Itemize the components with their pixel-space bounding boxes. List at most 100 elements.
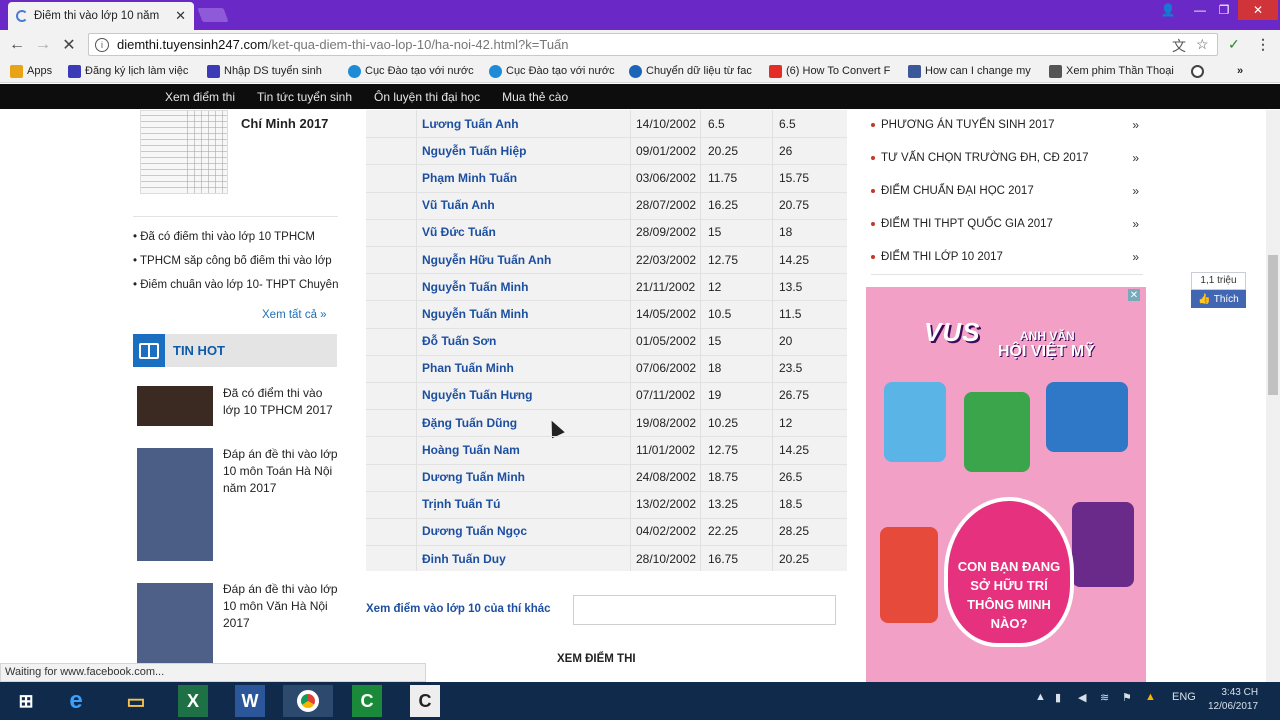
candidate-name[interactable]: Nguyễn Tuấn Minh bbox=[422, 307, 528, 321]
extension-icon[interactable]: ✓ bbox=[1228, 36, 1240, 53]
facebook-like-button[interactable]: 👍 Thích bbox=[1191, 290, 1246, 308]
bookmark-item[interactable]: Xem phim Thần Thoại bbox=[1049, 64, 1187, 78]
right-link[interactable]: ĐIỂM CHUẨN ĐẠI HỌC 2017 » bbox=[871, 174, 1143, 207]
bookmark-apps[interactable]: Apps bbox=[10, 64, 68, 78]
account-icon bbox=[1191, 64, 1204, 78]
browser-tab[interactable]: Điểm thi vào lớp 10 năm ✕ bbox=[8, 2, 194, 30]
nav-on-luyen[interactable]: Ôn luyện thi đại học bbox=[374, 90, 480, 104]
candidate-name[interactable]: Trịnh Tuấn Tú bbox=[422, 497, 500, 511]
bookmark-item[interactable]: Cục Đào tạo với nước bbox=[489, 64, 629, 78]
nav-mua-the-cao[interactable]: Mua thẻ cào bbox=[502, 90, 568, 104]
view-score-button[interactable]: XEM ĐIỂM THI bbox=[557, 653, 636, 665]
word-icon[interactable]: W bbox=[235, 685, 265, 717]
new-tab-button[interactable] bbox=[197, 8, 229, 22]
article-title[interactable]: Chí Minh 2017 bbox=[241, 116, 328, 131]
right-link[interactable]: PHƯƠNG ÁN TUYỂN SINH 2017 » bbox=[871, 108, 1143, 141]
bullet-icon bbox=[871, 254, 875, 259]
chrome-icon[interactable] bbox=[283, 685, 333, 717]
info-icon[interactable]: i bbox=[95, 37, 109, 52]
candidate-name[interactable]: Đinh Tuấn Duy bbox=[422, 552, 506, 566]
candidate-name[interactable]: Lương Tuấn Anh bbox=[422, 117, 519, 131]
news-thumbnail[interactable] bbox=[137, 583, 213, 663]
article-thumbnail[interactable] bbox=[140, 110, 228, 194]
forward-button[interactable]: → bbox=[32, 35, 54, 55]
candidate-name[interactable]: Vũ Đức Tuấn bbox=[422, 225, 496, 239]
user-icon[interactable]: 👤 bbox=[1156, 0, 1180, 20]
row-divider bbox=[366, 300, 847, 302]
ad-brand-logo: VUS bbox=[924, 317, 981, 347]
advertisement-banner[interactable]: ✕ VUS ANH VĂN HỘI VIỆT MỸ CON BẠN ĐANG SỞ… bbox=[866, 287, 1146, 682]
divider bbox=[871, 274, 1143, 275]
news-link[interactable]: Đã có điểm thi vào lớp 10 TPHCM 2017 bbox=[223, 385, 341, 419]
excel-icon[interactable]: X bbox=[178, 685, 208, 717]
candidate-name[interactable]: Đỗ Tuấn Sơn bbox=[422, 334, 496, 348]
tray-network-icon[interactable]: ▮ bbox=[1055, 691, 1061, 704]
candidate-name[interactable]: Phan Tuấn Minh bbox=[422, 361, 514, 375]
camtasia-icon[interactable]: C bbox=[352, 685, 382, 717]
tray-wifi-icon[interactable]: ≋ bbox=[1100, 691, 1109, 704]
nav-tin-tuc[interactable]: Tin tức tuyển sinh bbox=[257, 90, 352, 104]
language-indicator[interactable]: ENG bbox=[1172, 691, 1196, 703]
score-1: 20.25 bbox=[708, 143, 739, 158]
bookmark-item[interactable]: Cục Đào tạo với nước bbox=[348, 64, 489, 78]
candidate-search-input[interactable] bbox=[573, 595, 836, 625]
stop-reload-button[interactable]: ✕ bbox=[58, 35, 80, 55]
address-bar[interactable]: i diemthi.tuyensinh247.com/ket-qua-diem-… bbox=[88, 33, 1218, 56]
translate-icon[interactable]: 文 bbox=[1172, 36, 1186, 56]
candidate-name[interactable]: Vũ Tuấn Anh bbox=[422, 198, 495, 212]
candidate-name[interactable]: Dương Tuấn Minh bbox=[422, 470, 525, 484]
tray-flag-icon[interactable]: ⚑ bbox=[1122, 691, 1132, 704]
table-row: Phạm Minh Tuấn 03/06/2002 11.75 15.75 bbox=[366, 164, 847, 191]
candidate-name[interactable]: Nguyễn Hữu Tuấn Anh bbox=[422, 253, 551, 267]
related-link[interactable]: • Đã có điểm thi vào lớp 10 TPHCM bbox=[133, 231, 343, 255]
related-link[interactable]: • Điểm chuẩn vào lớp 10- THPT Chuyên bbox=[133, 279, 343, 303]
windows-start-icon[interactable]: ⊞ bbox=[4, 685, 48, 717]
bookmark-item[interactable]: Chuyển dữ liệu từ fac bbox=[629, 64, 769, 78]
bookmarks-more-button[interactable]: » bbox=[1237, 65, 1267, 77]
see-all-link[interactable]: Xem tất cả » bbox=[262, 309, 327, 321]
minimize-button[interactable]: — bbox=[1188, 0, 1212, 20]
hot-news-header: TIN HOT bbox=[133, 334, 337, 367]
internet-explorer-icon[interactable]: e bbox=[54, 685, 98, 717]
nav-xem-diem-thi[interactable]: Xem điểm thi bbox=[165, 90, 235, 104]
candidate-name[interactable]: Phạm Minh Tuấn bbox=[422, 171, 517, 185]
system-clock[interactable]: 3:43 CH 12/06/2017 bbox=[1208, 686, 1258, 714]
row-divider bbox=[366, 218, 847, 220]
page-scrollbar[interactable] bbox=[1266, 110, 1280, 682]
ad-close-icon[interactable]: ✕ bbox=[1128, 289, 1140, 301]
tray-volume-icon[interactable]: ◀ bbox=[1078, 691, 1086, 704]
row-divider bbox=[366, 518, 847, 519]
scrollbar-thumb[interactable] bbox=[1268, 255, 1278, 395]
candidate-name[interactable]: Dương Tuấn Ngọc bbox=[422, 524, 527, 538]
news-link[interactable]: Đáp án đề thi vào lớp 10 môn Văn Hà Nội … bbox=[223, 581, 341, 632]
bookmark-item[interactable]: How can I change my bbox=[908, 64, 1049, 78]
right-link[interactable]: ĐIỂM THI LỚP 10 2017 » bbox=[871, 240, 1143, 273]
candidate-name[interactable]: Đặng Tuấn Dũng bbox=[422, 416, 517, 430]
right-link[interactable]: TƯ VẤN CHỌN TRƯỜNG ĐH, CĐ 2017 » bbox=[871, 141, 1143, 174]
back-button[interactable]: ← bbox=[6, 35, 28, 55]
browser-menu-icon[interactable]: ⋮ bbox=[1256, 36, 1270, 53]
bookmark-item[interactable]: Đăng ký lịch làm việc bbox=[68, 64, 207, 78]
tray-app-icon[interactable]: ▲ bbox=[1145, 691, 1156, 703]
candidate-name[interactable]: Nguyễn Tuấn Minh bbox=[422, 280, 528, 294]
tray-chevron-icon[interactable]: ▲ bbox=[1035, 691, 1046, 703]
candidate-name[interactable]: Hoàng Tuấn Nam bbox=[422, 443, 520, 457]
close-window-button[interactable]: ✕ bbox=[1238, 0, 1278, 20]
candidate-name[interactable]: Nguyễn Tuấn Hiệp bbox=[422, 144, 526, 158]
bookmark-favicon-icon[interactable] bbox=[1191, 64, 1211, 78]
news-thumbnail[interactable] bbox=[137, 386, 213, 426]
file-explorer-icon[interactable]: ▭ bbox=[114, 685, 158, 717]
bookmark-item[interactable]: Nhập DS tuyển sinh bbox=[207, 64, 348, 78]
news-link[interactable]: Đáp án đề thi vào lớp 10 môn Toán Hà Nội… bbox=[223, 446, 341, 497]
bookmark-label: How can I change my bbox=[925, 65, 1031, 77]
right-link[interactable]: ĐIỂM THI THPT QUỐC GIA 2017 » bbox=[871, 207, 1143, 240]
maximize-button[interactable]: ❐ bbox=[1212, 0, 1236, 20]
bookmark-item[interactable]: (6) How To Convert F bbox=[769, 64, 908, 78]
camtasia-recorder-icon[interactable]: C bbox=[410, 685, 440, 717]
news-thumbnail[interactable] bbox=[137, 448, 213, 561]
tab-close-icon[interactable]: ✕ bbox=[175, 8, 186, 24]
url-host: diemthi.tuyensinh247.com bbox=[117, 37, 269, 52]
candidate-name[interactable]: Nguyễn Tuấn Hưng bbox=[422, 388, 532, 402]
bookmark-star-icon[interactable]: ☆ bbox=[1196, 36, 1209, 53]
related-link[interactable]: • TPHCM sắp công bố điểm thi vào lớp bbox=[133, 255, 343, 279]
